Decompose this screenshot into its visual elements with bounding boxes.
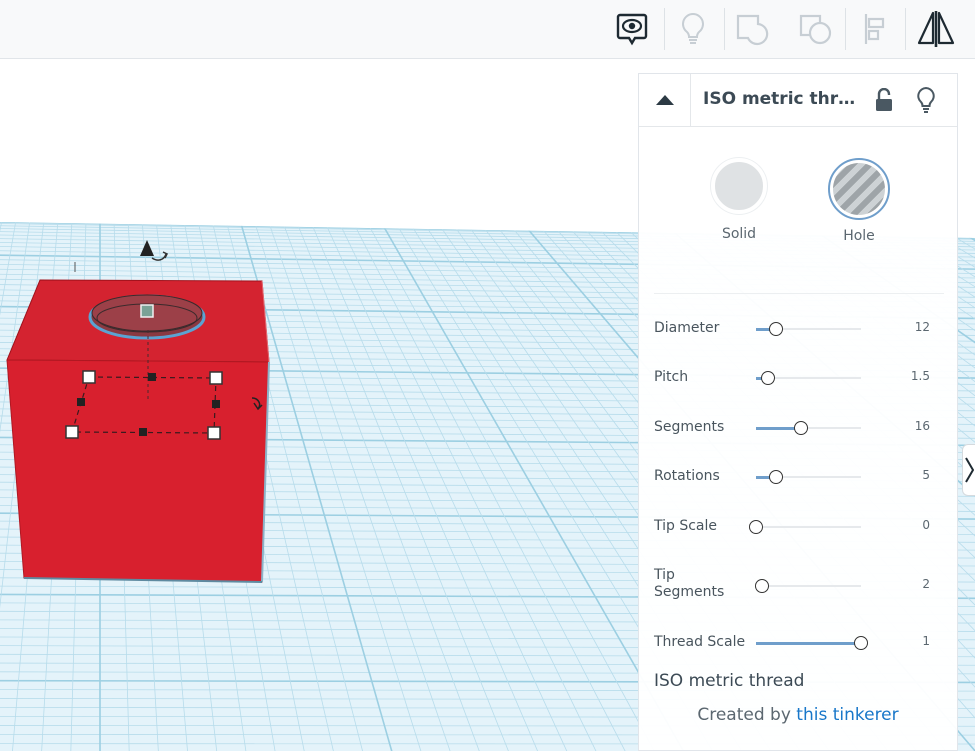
speech-bubble-eye-icon xyxy=(616,13,647,46)
shape-name: ISO metric thread xyxy=(654,671,805,691)
lock-button[interactable] xyxy=(871,86,897,114)
slider-fill xyxy=(756,641,861,645)
mirror-button[interactable] xyxy=(908,3,963,55)
hole-option[interactable]: Hole xyxy=(827,158,891,244)
slider-track[interactable] xyxy=(756,526,861,528)
mirror-icon xyxy=(917,11,954,47)
param-label: Pitch xyxy=(654,369,689,385)
credit-line: Created by this tinkerer xyxy=(639,705,957,725)
triangle-up-icon xyxy=(655,95,674,105)
inspector-title: ISO metric thre... xyxy=(703,89,863,109)
resize-handle[interactable] xyxy=(148,373,156,381)
resize-handle[interactable] xyxy=(139,428,147,436)
tinkerer-link[interactable]: this tinkerer xyxy=(796,705,898,725)
slider-knob[interactable] xyxy=(768,322,783,336)
param-label: Diameter xyxy=(654,320,720,336)
resize-handle[interactable] xyxy=(82,370,96,384)
hole-label: Hole xyxy=(843,228,875,244)
param-value[interactable]: 2 xyxy=(900,577,930,591)
param-value[interactable]: 0 xyxy=(900,518,930,532)
resize-handle[interactable] xyxy=(212,400,220,408)
param-value[interactable]: 1 xyxy=(900,634,930,648)
expand-panel-tab[interactable] xyxy=(962,444,975,496)
align-icon xyxy=(864,14,884,44)
toolbar-separator xyxy=(905,8,906,50)
light-bulb-button[interactable] xyxy=(913,86,939,114)
solid-option[interactable]: Solid xyxy=(707,158,771,242)
panel-divider xyxy=(654,293,944,294)
param-label: Tip Scale xyxy=(654,518,718,534)
resize-handle[interactable] xyxy=(207,426,221,440)
unlocked-padlock-icon xyxy=(876,88,892,111)
solid-label: Solid xyxy=(721,226,757,242)
param-label: Tip Segments xyxy=(654,567,725,600)
chevron-right-icon xyxy=(964,457,974,483)
resize-handle[interactable] xyxy=(209,371,223,385)
top-toolbar xyxy=(0,0,975,59)
hole-swatch[interactable] xyxy=(828,158,890,220)
param-value[interactable]: 1.5 xyxy=(900,369,930,383)
solid-swatch[interactable] xyxy=(711,158,767,214)
show-hide-button[interactable] xyxy=(604,3,659,55)
slider-knob[interactable] xyxy=(794,421,809,435)
collapse-button[interactable] xyxy=(639,74,691,126)
credit-prefix: Created by xyxy=(697,705,797,725)
param-value[interactable]: 16 xyxy=(900,419,930,433)
slider-knob[interactable] xyxy=(755,579,770,593)
param-label: Thread Scale xyxy=(654,634,746,650)
param-value[interactable]: 5 xyxy=(900,468,930,482)
toolbar-separator xyxy=(845,8,846,50)
param-label: Rotations xyxy=(654,468,720,484)
align-button[interactable] xyxy=(848,3,903,55)
slider-knob[interactable] xyxy=(768,470,783,484)
light-bulb-icon xyxy=(681,12,704,44)
group-shapes-icon xyxy=(736,14,768,46)
slider-knob[interactable] xyxy=(749,520,763,534)
resize-handle[interactable] xyxy=(77,398,85,406)
ungroup-shapes-icon xyxy=(799,14,831,45)
notes-button[interactable] xyxy=(665,3,720,55)
shape-inspector-panel: ISO metric thre... Solid Hole Diameter 1… xyxy=(638,73,958,751)
slider-track[interactable] xyxy=(756,585,861,587)
inspector-header: ISO metric thre... xyxy=(639,74,957,127)
param-value[interactable]: 12 xyxy=(900,320,930,334)
ungroup-button[interactable] xyxy=(788,3,843,55)
light-bulb-icon xyxy=(917,87,935,113)
param-label: Segments xyxy=(654,419,725,435)
group-button[interactable] xyxy=(725,3,780,55)
slider-knob[interactable] xyxy=(760,371,775,385)
slider-knob[interactable] xyxy=(854,636,868,650)
resize-handle[interactable] xyxy=(65,425,79,439)
